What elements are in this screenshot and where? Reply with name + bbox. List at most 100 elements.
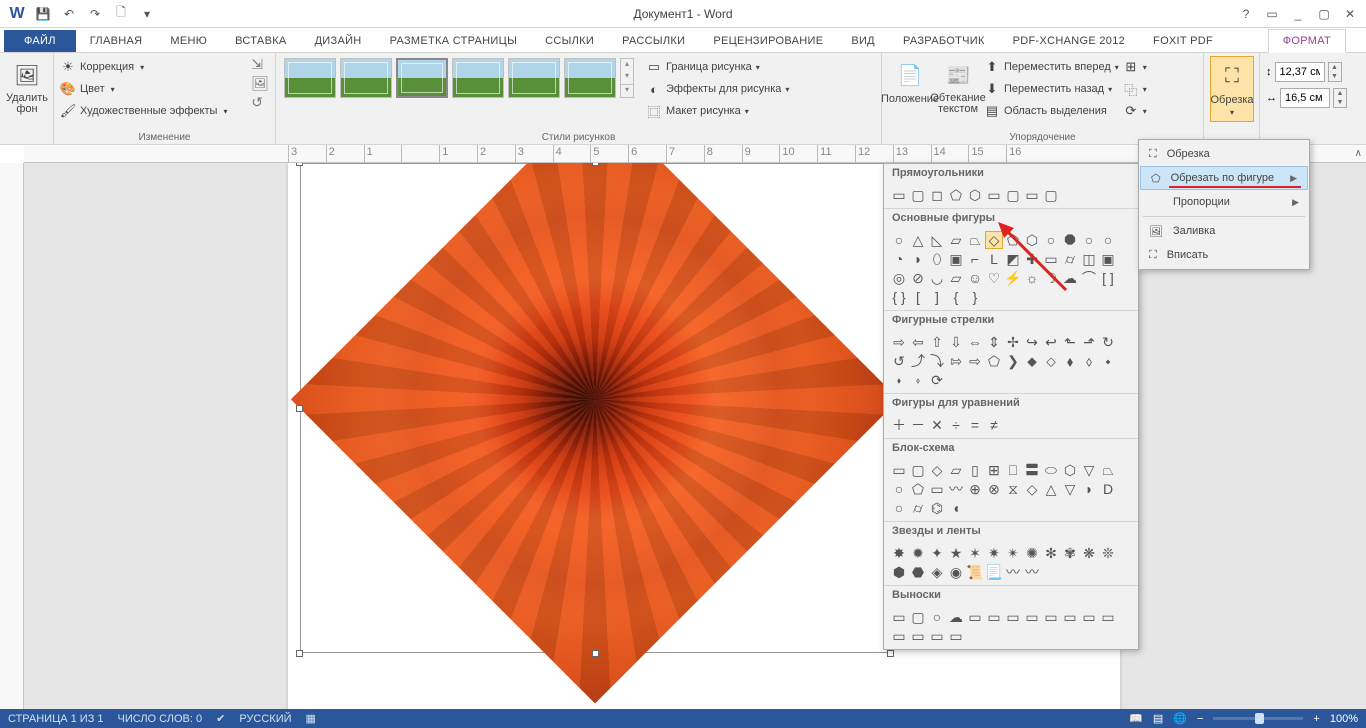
- shape-lightning[interactable]: ⚡: [1004, 269, 1022, 287]
- resize-handle[interactable]: [296, 163, 303, 166]
- shape-border-co3[interactable]: ▭: [928, 627, 946, 645]
- width-field[interactable]: [1280, 88, 1330, 108]
- shape-folded[interactable]: ▱: [947, 269, 965, 287]
- zoom-in-icon[interactable]: +: [1313, 713, 1319, 725]
- shape-brace[interactable]: { }: [890, 288, 908, 306]
- corrections-button[interactable]: ☀Коррекция▾: [60, 56, 144, 78]
- shape-half-frame[interactable]: ⌐: [966, 250, 984, 268]
- shape-border-co2[interactable]: ▭: [909, 627, 927, 645]
- crop-menu-aspect[interactable]: Пропорции▶: [1139, 190, 1309, 214]
- picture-layout-button[interactable]: ⿴Макет рисунка▾: [646, 100, 789, 122]
- shape-heptagon[interactable]: ○: [1042, 231, 1060, 249]
- artistic-button[interactable]: 🖌Художественные эффекты▾: [60, 100, 227, 122]
- shape-pie[interactable]: ◔: [890, 250, 908, 268]
- shape-arrow-lup[interactable]: ⬑: [1061, 333, 1079, 351]
- shape-5star[interactable]: ★: [947, 544, 965, 562]
- shape-ribbon-cd[interactable]: ◉: [947, 563, 965, 581]
- crop-menu-fit[interactable]: ⛶Вписать: [1139, 243, 1309, 267]
- shape-arrow-rco[interactable]: ⬥: [1023, 352, 1041, 370]
- shape-plaque[interactable]: ▭: [1042, 250, 1060, 268]
- crop-menu-crop[interactable]: ⛶Обрезка: [1139, 142, 1309, 166]
- shape-cloud[interactable]: ☁: [1061, 269, 1079, 287]
- maximize-icon[interactable]: ▢: [1312, 3, 1336, 25]
- shape-connector[interactable]: ○: [890, 480, 908, 498]
- shape-arrow-udco[interactable]: ⬪: [890, 371, 908, 389]
- shape-lbracket[interactable]: [: [909, 288, 927, 306]
- shape-8star[interactable]: ✴: [1004, 544, 1022, 562]
- tab-view[interactable]: ВИД: [837, 30, 889, 52]
- resize-handle[interactable]: [887, 650, 894, 657]
- ribbon-options-icon[interactable]: ▭: [1260, 3, 1284, 25]
- height-field[interactable]: [1275, 62, 1325, 82]
- shape-decagon[interactable]: ○: [1080, 231, 1098, 249]
- shape-border-co4[interactable]: ▭: [947, 627, 965, 645]
- selection-pane-button[interactable]: ▤Область выделения: [984, 100, 1119, 122]
- shape-ribbon-d[interactable]: ⬣: [909, 563, 927, 581]
- collapse-ribbon-icon[interactable]: ∧: [1355, 148, 1362, 159]
- shape-snip-corner[interactable]: ◻: [928, 186, 946, 204]
- shape-predef[interactable]: ▯: [966, 461, 984, 479]
- resize-handle[interactable]: [592, 650, 599, 657]
- selected-picture[interactable]: [300, 163, 890, 653]
- language-indicator[interactable]: РУССКИЙ: [239, 713, 291, 725]
- shape-diag-stripe[interactable]: ◩: [1004, 250, 1022, 268]
- shape-term[interactable]: ⬭: [1042, 461, 1060, 479]
- shape-junction[interactable]: ⊕: [966, 480, 984, 498]
- shape-arrow-uturn[interactable]: ↩: [1042, 333, 1060, 351]
- shape-acc-co3[interactable]: ▭: [1080, 608, 1098, 626]
- spin-up-icon[interactable]: ▲: [1329, 63, 1341, 72]
- tab-foxit[interactable]: Foxit PDF: [1139, 30, 1227, 52]
- shape-data[interactable]: ▱: [947, 461, 965, 479]
- position-button[interactable]: 📄Положение: [888, 56, 932, 122]
- shape-line-co1[interactable]: ▭: [966, 608, 984, 626]
- app-icon[interactable]: W: [6, 3, 28, 25]
- picture-effects-button[interactable]: ◐Эффекты для рисунка▾: [646, 78, 789, 100]
- style-thumb[interactable]: [340, 58, 392, 98]
- shape-stored[interactable]: ◗: [1080, 480, 1098, 498]
- shape-eq[interactable]: =: [966, 416, 984, 434]
- shape-process[interactable]: ▭: [890, 461, 908, 479]
- tab-pdfxchange[interactable]: PDF-XChange 2012: [999, 30, 1139, 52]
- zoom-level[interactable]: 100%: [1330, 713, 1358, 725]
- shape-multidoc[interactable]: 〓: [1023, 461, 1041, 479]
- shape-div[interactable]: ÷: [947, 416, 965, 434]
- picture-styles-gallery[interactable]: ▴ ▾ ▾: [282, 56, 636, 100]
- shape-snip2[interactable]: ⬠: [947, 186, 965, 204]
- shape-round2[interactable]: ▢: [1004, 186, 1022, 204]
- shape-ribbon-u[interactable]: ⬢: [890, 563, 908, 581]
- shape-10star[interactable]: ✺: [1023, 544, 1041, 562]
- shape-rbrace[interactable]: }: [966, 288, 984, 306]
- shape-arrow-right[interactable]: ⇨: [890, 333, 908, 351]
- gallery-up-icon[interactable]: ▴: [621, 59, 633, 71]
- minimize-icon[interactable]: _: [1286, 3, 1310, 25]
- shape-round1[interactable]: ▭: [985, 186, 1003, 204]
- shape-octagon[interactable]: ⯃: [1061, 231, 1079, 249]
- zoom-slider[interactable]: [1213, 717, 1303, 720]
- shape-diamond[interactable]: ◇: [985, 231, 1003, 249]
- style-thumb[interactable]: [452, 58, 504, 98]
- tab-references[interactable]: ССЫЛКИ: [531, 30, 608, 52]
- shape-trapezoid[interactable]: ⏢: [966, 231, 984, 249]
- help-icon[interactable]: ?: [1234, 3, 1258, 25]
- shape-arrow-uco[interactable]: ⬧: [1061, 352, 1079, 370]
- shape-hexagon[interactable]: ⬡: [1023, 231, 1041, 249]
- tab-format[interactable]: ФОРМАТ: [1268, 29, 1346, 53]
- shape-arc[interactable]: ⌒: [1080, 269, 1098, 287]
- width-input[interactable]: ↔ ▲▼: [1266, 88, 1347, 108]
- shape-sun[interactable]: ☼: [1023, 269, 1041, 287]
- shape-7star[interactable]: ✷: [985, 544, 1003, 562]
- tab-design[interactable]: ДИЗАЙН: [301, 30, 376, 52]
- shape-arrow-notched[interactable]: ⇨: [966, 352, 984, 370]
- web-layout-icon[interactable]: 🌐: [1173, 712, 1187, 725]
- shape-arrow-quad[interactable]: ✢: [1004, 333, 1022, 351]
- macro-icon[interactable]: ▦: [306, 712, 316, 725]
- shape-lshape[interactable]: L: [985, 250, 1003, 268]
- shape-6star[interactable]: ✶: [966, 544, 984, 562]
- align-button[interactable]: ⊞▾: [1123, 56, 1147, 78]
- shape-pentagon[interactable]: ⬠: [1004, 231, 1022, 249]
- tab-home[interactable]: ГЛАВНАЯ: [76, 30, 157, 52]
- shape-callout-round[interactable]: ▢: [909, 608, 927, 626]
- shape-moon[interactable]: ☽: [1042, 269, 1060, 287]
- shape-callout-cloud[interactable]: ☁: [947, 608, 965, 626]
- shape-rounded-rect[interactable]: ▢: [909, 186, 927, 204]
